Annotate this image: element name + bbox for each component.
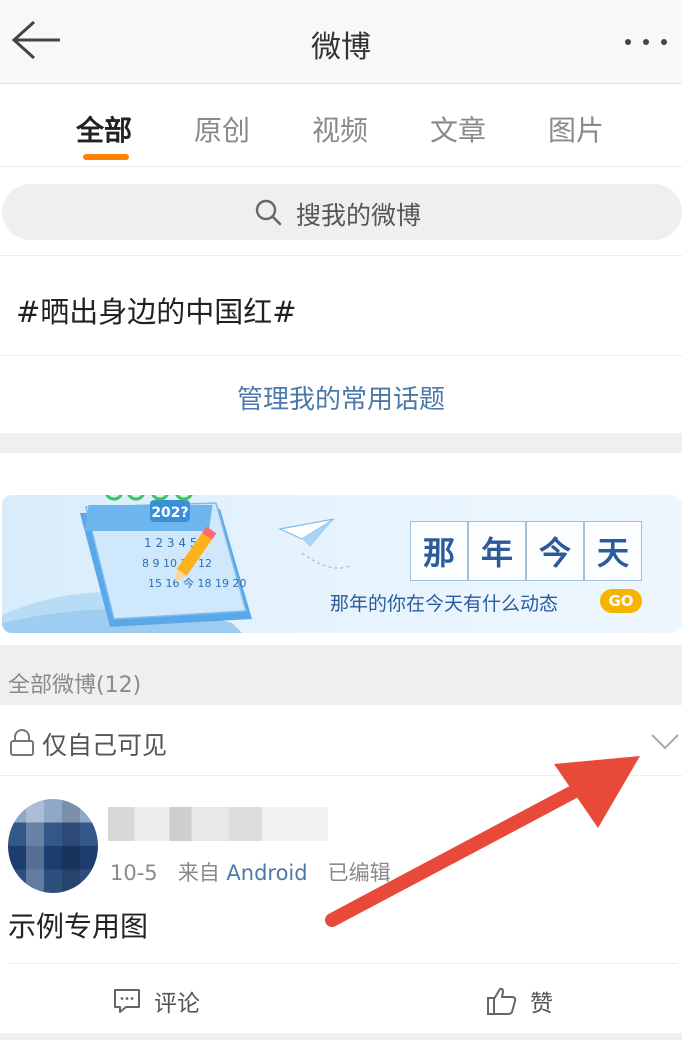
more-button[interactable]	[618, 22, 674, 62]
pinned-topic[interactable]: #晒出身边的中国红#	[0, 257, 682, 356]
thumbs-up-icon	[487, 987, 517, 1015]
avatar-image-pixelated	[8, 799, 98, 893]
comment-icon	[114, 989, 140, 1013]
search-placeholder: 搜我的微博	[296, 201, 422, 230]
page: 微博 全部 原创 视频 文章 图片 搜我的微博 #晒出身边的中国红# 管理我的常…	[0, 0, 682, 1040]
banner-title-char: 天	[584, 521, 642, 581]
search-icon	[255, 199, 282, 226]
memories-banner[interactable]: 202? 1 2 3 4 5 6 8 9 10 11 12 15 16 今 18…	[2, 495, 682, 633]
more-dots-icon	[625, 39, 667, 45]
tab-video[interactable]: 视频	[312, 109, 368, 149]
post-meta: 10-5 来自 Android 已编辑	[110, 857, 391, 887]
post-source: Android	[226, 861, 308, 885]
top-bar: 微博	[0, 0, 682, 84]
tab-original[interactable]: 原创	[194, 109, 250, 149]
avatar[interactable]	[8, 799, 98, 893]
paper-plane-icon	[278, 518, 335, 547]
comment-button[interactable]: 评论	[112, 983, 200, 1019]
post-card[interactable]: 10-5 来自 Android 已编辑 示例专用图 评论 赞	[0, 777, 682, 1040]
search-section: 搜我的微博	[0, 168, 682, 256]
banner-title: 那 年 今 天	[410, 521, 642, 581]
topic-text: #晒出身边的中国红#	[16, 295, 297, 329]
calendar-year: 202?	[151, 505, 188, 521]
post-date: 10-5	[110, 861, 158, 885]
memories-banner-area: 202? 1 2 3 4 5 6 8 9 10 11 12 15 16 今 18…	[0, 453, 682, 645]
banner-title-char: 年	[468, 521, 526, 581]
section-divider	[0, 433, 682, 453]
post-source-prefix: 来自	[177, 861, 220, 885]
banner-title-char: 那	[410, 521, 468, 581]
post-divider	[8, 963, 678, 964]
tab-all[interactable]: 全部	[76, 109, 132, 149]
manage-topics-link[interactable]: 管理我的常用话题	[0, 357, 682, 433]
banner-subtitle: 那年的你在今天有什么动态	[330, 593, 559, 615]
chevron-down-icon[interactable]	[650, 732, 680, 752]
post-text: 示例专用图	[8, 910, 149, 943]
banner-title-char: 今	[526, 521, 584, 581]
post-bottom-divider	[0, 1033, 682, 1040]
manage-topics-label: 管理我的常用话题	[236, 385, 445, 415]
username-blurred[interactable]	[108, 807, 328, 841]
calendar-row-2: 8 9 10 11 12	[142, 557, 212, 570]
calendar-illustration: 202? 1 2 3 4 5 6 8 9 10 11 12 15 16 今 18…	[2, 495, 352, 633]
page-title: 微博	[311, 30, 371, 65]
section-title: 全部微博(12)	[8, 673, 142, 698]
comment-label: 评论	[154, 991, 200, 1017]
filter-tabs: 全部 原创 视频 文章 图片	[0, 85, 682, 167]
post-edited: 已编辑	[327, 861, 391, 885]
tab-image[interactable]: 图片	[548, 109, 604, 149]
go-button[interactable]: GO	[600, 589, 642, 613]
section-header: 全部微博(12)	[0, 645, 682, 705]
visibility-label: 仅自己可见	[42, 731, 168, 760]
like-button[interactable]: 赞	[486, 983, 553, 1019]
lock-icon	[10, 729, 34, 756]
like-label: 赞	[530, 991, 553, 1017]
tab-article[interactable]: 文章	[430, 109, 486, 149]
active-tab-indicator	[83, 154, 129, 160]
calendar-row-3: 15 16 今 18 19 20	[148, 576, 246, 590]
visibility-row: 仅自己可见	[0, 706, 682, 776]
search-input[interactable]: 搜我的微博	[2, 184, 682, 240]
